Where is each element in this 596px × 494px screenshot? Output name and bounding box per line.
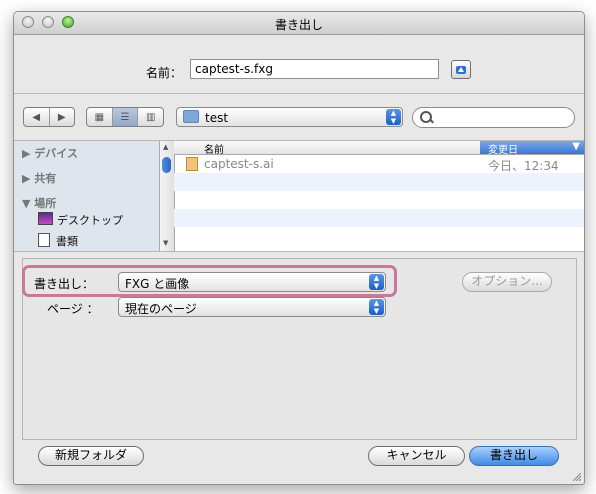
window-title: 書き出し — [274, 18, 323, 32]
column-view-button[interactable]: ▥ — [138, 108, 163, 126]
page-label: ページ ： — [47, 302, 99, 316]
empty-row — [174, 227, 584, 245]
icon-view-button[interactable]: ▦ — [87, 108, 113, 126]
file-name: captest-s.ai — [204, 157, 274, 171]
scroll-down-icon: ▼ — [163, 239, 169, 247]
disclosure-down-icon: ▼ — [22, 197, 35, 210]
popup-arrows-icon: ▲ ▼ — [369, 274, 384, 290]
name-label: 名前： — [146, 66, 183, 80]
file-modified: 今日、12:34 — [488, 159, 559, 173]
export-format-popup[interactable]: FXG と画像 ▲ ▼ — [118, 272, 386, 292]
options-button[interactable]: オプション... — [462, 272, 552, 292]
popup-arrows-icon: ▲ ▼ — [386, 109, 401, 125]
column-modified-header[interactable]: 変更日 ▼ — [480, 141, 584, 156]
view-mode-control: ▦ ☰ ▥ — [86, 107, 164, 127]
resize-grip-icon[interactable] — [571, 471, 581, 481]
chevron-up-icon — [456, 66, 466, 74]
list-view-icon: ☰ — [120, 111, 130, 123]
disclosure-right-icon: ▶ — [22, 172, 35, 185]
illustrator-file-icon — [186, 157, 198, 171]
location-popup[interactable]: test ▲ ▼ — [176, 107, 403, 127]
back-button[interactable]: ◀ — [24, 108, 50, 126]
empty-row — [174, 209, 584, 227]
scroll-thumb[interactable] — [162, 157, 171, 173]
back-forward-control: ◀ ▶ — [23, 107, 75, 127]
search-field[interactable] — [412, 107, 575, 128]
export-dialog: 書き出し 名前： captest-s.fxg ◀ ▶ ▦ ☰ ▥ test ▲ ▼… — [13, 11, 585, 485]
toolbar-divider — [14, 93, 584, 94]
empty-row — [174, 173, 584, 191]
sidebar-scrollbar[interactable]: ▲ ▼ — [159, 141, 175, 251]
folder-icon — [183, 110, 199, 123]
new-folder-button[interactable]: 新規フォルダ — [38, 446, 144, 466]
disclosure-right-icon: ▶ — [22, 147, 35, 160]
sidebar-item-documents[interactable]: 書類 — [38, 233, 78, 249]
export-format-label: 書き出し： — [34, 277, 95, 291]
forward-arrow-icon: ▶ — [57, 111, 66, 123]
forward-button[interactable]: ▶ — [50, 108, 75, 126]
filename-field[interactable]: captest-s.fxg — [190, 59, 439, 79]
page-popup[interactable]: 現在のページ ▲ ▼ — [118, 297, 386, 317]
column-header: 名前 変更日 ▼ — [174, 141, 584, 156]
cancel-button[interactable]: キャンセル — [368, 446, 465, 466]
sidebar: ▶ デバイス ▶ 共有 ▼ 場所 デスクトップ 書類 — [14, 141, 159, 251]
search-icon-handle — [429, 118, 434, 124]
export-button[interactable]: 書き出し — [469, 446, 559, 466]
document-icon — [38, 233, 50, 247]
column-name-header[interactable]: 名前 — [204, 141, 224, 156]
sidebar-section-places[interactable]: ▼ 場所 — [22, 195, 56, 211]
sidebar-item-desktop[interactable]: デスクトップ — [38, 212, 123, 228]
column-view-icon: ▥ — [145, 111, 156, 123]
desktop-icon — [38, 212, 53, 225]
back-arrow-icon: ◀ — [32, 111, 41, 123]
sort-descending-icon: ▼ — [572, 141, 580, 152]
sidebar-section-shared[interactable]: ▶ 共有 — [22, 170, 56, 186]
title-bar: 書き出し — [14, 12, 584, 35]
list-view-button[interactable]: ☰ — [112, 108, 139, 126]
table-row[interactable]: captest-s.ai 今日、12:34 — [174, 155, 584, 173]
file-list: 名前 変更日 ▼ captest-s.ai 今日、12:34 — [174, 141, 584, 251]
empty-row — [174, 191, 584, 209]
collapse-browser-button[interactable] — [451, 60, 471, 79]
popup-arrows-icon: ▲ ▼ — [369, 299, 384, 315]
scroll-up-icon: ▲ — [163, 143, 169, 151]
icon-view-icon: ▦ — [94, 111, 105, 123]
location-label: test — [205, 111, 229, 125]
sidebar-section-devices[interactable]: ▶ デバイス — [22, 145, 78, 161]
file-browser: ▶ デバイス ▶ 共有 ▼ 場所 デスクトップ 書類 ▲ ▼ 名前 変更日 ▼ — [14, 140, 584, 252]
